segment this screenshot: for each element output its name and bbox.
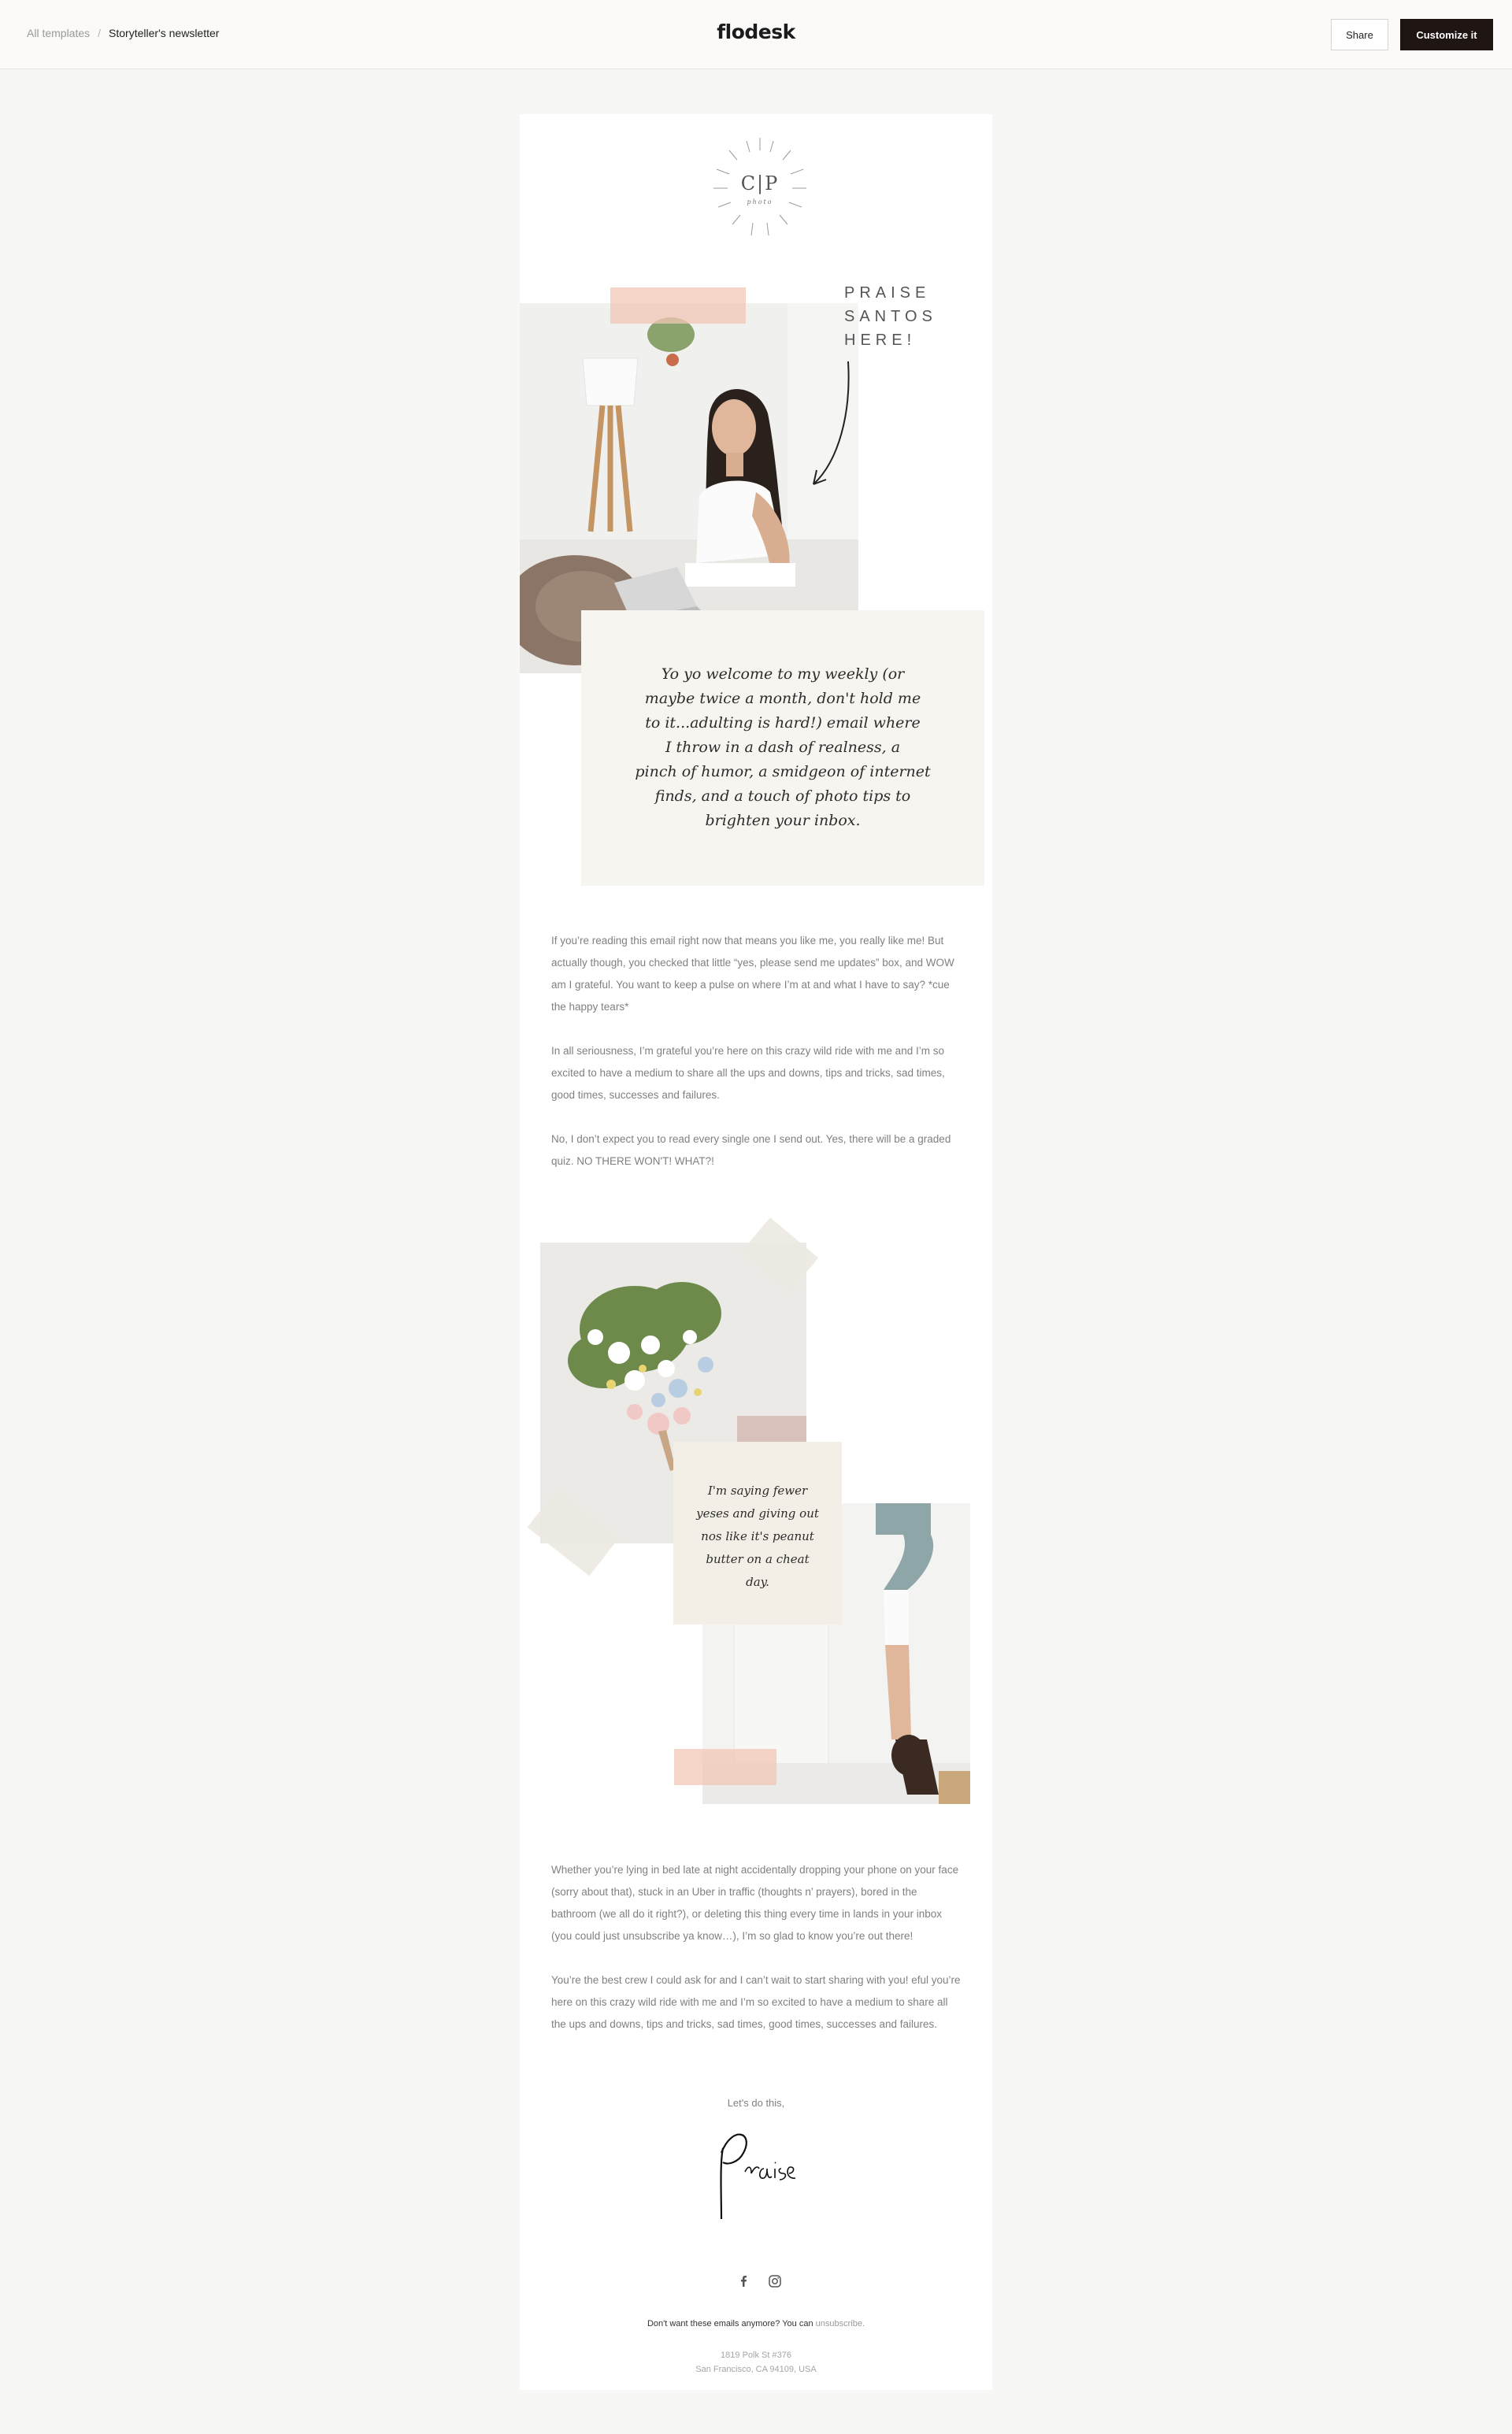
note-line: I throw in a dash of realness, a	[665, 739, 901, 756]
note-line: maybe twice a month, don't hold me	[644, 690, 921, 707]
note-line: yeses and giving out	[696, 1506, 819, 1521]
unsubscribe-line: Don't want these emails anymore? You can…	[520, 2319, 992, 2328]
instagram-icon[interactable]	[767, 2273, 783, 2289]
breadcrumb-separator: /	[98, 27, 102, 39]
signature-drawing	[720, 2133, 796, 2220]
email-preview: C|P photo PRAISE SANTOS HERE! Yo yo welc…	[520, 114, 992, 2390]
body-paragraph: In all seriousness, I’m grateful you’re …	[551, 1045, 945, 1101]
collage-note-card: I'm saying fewer yeses and giving out no…	[673, 1442, 842, 1625]
curved-arrow-icon	[813, 361, 850, 485]
collage-note-text: I'm saying fewer yeses and giving out no…	[687, 1480, 828, 1594]
breadcrumb-current: Storyteller's newsletter	[109, 27, 220, 39]
welcome-note-card: Yo yo welcome to my weekly (or maybe twi…	[581, 610, 984, 886]
callout-line: SANTOS	[844, 308, 937, 325]
note-line: to it...adulting is hard!) email where	[645, 714, 921, 732]
pink-tape	[674, 1749, 776, 1785]
unsubscribe-link[interactable]: unsubscribe.	[816, 2319, 865, 2328]
note-line: nos like it's peanut	[701, 1529, 814, 1543]
share-button[interactable]: Share	[1331, 19, 1388, 50]
note-line: day.	[746, 1575, 769, 1589]
breadcrumb: All templates / Storyteller's newsletter	[27, 27, 219, 39]
callout-line: PRAISE	[844, 284, 931, 302]
brand-monogram-logo: C|P photo	[701, 133, 819, 243]
note-line: brighten your inbox.	[705, 812, 861, 829]
body-paragraph: No, I don’t expect you to read every sin…	[551, 1133, 951, 1167]
brand-logo: flodesk	[717, 20, 795, 43]
breadcrumb-all-templates[interactable]: All templates	[27, 27, 90, 39]
note-line: I'm saying fewer	[707, 1484, 808, 1498]
body-paragraph: If you’re reading this email right now t…	[551, 935, 954, 1013]
note-line: Yo yo welcome to my weekly (or	[661, 665, 905, 683]
unsubscribe-text: Don't want these emails anymore? You can	[647, 2319, 813, 2328]
logo-monogram: C|P	[740, 172, 780, 194]
signoff-text: Let's do this,	[727, 2097, 785, 2109]
customize-button[interactable]: Customize it	[1400, 19, 1493, 50]
top-bar: All templates / Storyteller's newsletter f…	[0, 0, 1512, 69]
hero-callout: PRAISE SANTOS HERE!	[844, 281, 937, 352]
note-line: butter on a cheat	[706, 1552, 810, 1566]
body-paragraph: You’re the best crew I could ask for and…	[551, 1974, 961, 2030]
address-line-2: San Francisco, CA 94109, USA	[695, 2365, 817, 2374]
welcome-note-text: Yo yo welcome to my weekly (or maybe twi…	[617, 662, 948, 833]
note-line: finds, and a touch of photo tips to	[654, 787, 911, 805]
signature	[709, 2117, 803, 2227]
note-line: pinch of humor, a smidgeon of internet	[635, 763, 931, 780]
logo-subtitle: photo	[747, 198, 773, 206]
body-paragraph: Whether you’re lying in bed late at nigh…	[551, 1864, 959, 1942]
address-line-1: 1819 Polk St #376	[721, 2351, 791, 2360]
facebook-icon[interactable]	[736, 2273, 751, 2289]
callout-line: HERE!	[844, 332, 917, 349]
pink-tape	[610, 287, 746, 324]
